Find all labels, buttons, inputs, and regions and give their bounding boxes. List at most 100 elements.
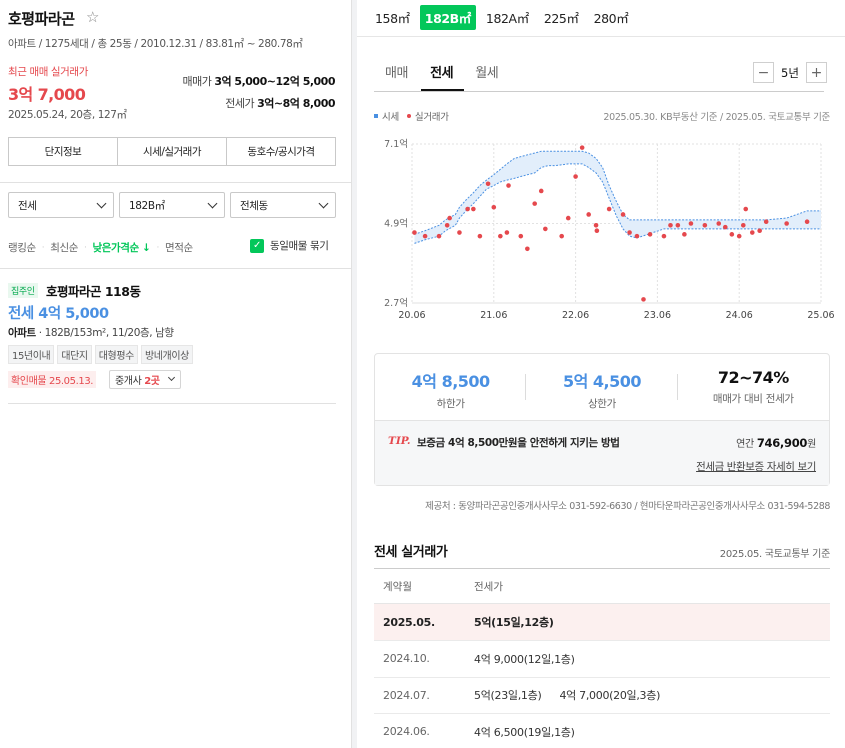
actual-trade-point — [688, 221, 694, 226]
x-tick-label: 23.06 — [644, 310, 671, 321]
dong-select[interactable]: 전체동 — [230, 192, 336, 218]
trade-prices: 5억(15일,12층) — [474, 614, 830, 630]
actual-trade-point — [661, 233, 667, 239]
summary-ratio-label: 매매가 대비 전세가 — [712, 393, 794, 405]
tab-sale[interactable]: 매매 — [385, 62, 409, 81]
listing-tag: 15년이내 — [8, 345, 55, 364]
actual-trade-point — [538, 188, 544, 194]
listing-spec: 아파트 · 182B/153m², 11/20층, 남향 — [8, 325, 174, 340]
actual-trade-point — [593, 223, 599, 228]
real-trade-row: 2024.07. 5억(23일,1층) 4억 7,000(20일,3층) — [374, 677, 830, 714]
deposit-tip: TIP. 보증금 4억 8,500만원을 안전하게 지키는 방법 연간 746,… — [375, 420, 829, 485]
actual-trade-point — [573, 174, 578, 179]
listing-price: 전세 4억 5,000 — [8, 306, 109, 322]
agent-count-dropdown[interactable]: 중개사 2곳 — [109, 370, 181, 389]
actual-trade-point — [412, 230, 417, 235]
x-tick-label: 25.06 — [807, 310, 834, 321]
header-contract-month: 계약월 — [383, 580, 412, 593]
x-tick-label: 24.06 — [726, 310, 753, 321]
listing-title: 호평파라곤 118동 — [46, 284, 141, 299]
actual-trade-point — [444, 223, 450, 228]
actual-trade-point — [675, 223, 681, 228]
actual-trade-point — [525, 246, 530, 252]
listing-tag: 방네개이상 — [140, 345, 193, 364]
actual-trade-point — [729, 232, 735, 237]
sort-separator: · — [156, 242, 159, 253]
divider — [0, 182, 352, 183]
actual-trade-point — [477, 233, 483, 239]
area-tab-active[interactable]: 182B㎡ — [419, 5, 476, 30]
sort-newest[interactable]: 최신순 — [50, 240, 78, 255]
actual-trade-point — [620, 212, 626, 217]
actual-trade-point — [586, 212, 591, 217]
real-trades-source: 2025.05. 국토교통부 기준 — [719, 549, 831, 560]
sort-ranking[interactable]: 랭킹순 — [8, 240, 36, 255]
summary-ratio-value: 72~74% — [717, 368, 789, 387]
jeonse-range: 전세가 3억~8억 8,000 — [225, 95, 335, 111]
area-value: 182B㎡ — [129, 199, 165, 212]
actual-trade-point — [471, 206, 476, 212]
actual-trade-point — [532, 201, 537, 206]
actual-trade-point — [647, 232, 653, 237]
summary-low: 4억 8,500 하한가 — [375, 354, 527, 420]
guarantee-details-link[interactable]: 전세금 반환보증 자세히 보기 — [696, 459, 816, 474]
divider — [357, 36, 845, 37]
tab-complex-info[interactable]: 단지정보 — [9, 138, 118, 165]
area-tab[interactable]: 225㎡ — [539, 5, 584, 30]
tab-price-history[interactable]: 시세/실거래가 — [118, 138, 227, 165]
actual-trade-point — [506, 183, 511, 188]
actual-trade-point — [606, 206, 612, 212]
favorite-star-icon[interactable]: ☆ — [86, 8, 99, 26]
tip-badge: TIP. — [388, 435, 411, 447]
tab-monthly-rent[interactable]: 월세 — [475, 62, 499, 81]
divider — [0, 268, 352, 269]
period-decrease-button[interactable]: − — [753, 62, 774, 83]
tab-unit-official-price[interactable]: 동호수/공시가격 — [227, 138, 335, 165]
actual-trade-point — [457, 230, 462, 235]
dong-value: 전체동 — [240, 199, 268, 212]
x-tick-label: 21.06 — [480, 310, 507, 321]
area-tab[interactable]: 182A㎡ — [481, 5, 534, 30]
trade-prices: 4억 9,000(12일,1층) — [474, 651, 830, 667]
actual-trade-point — [784, 221, 789, 226]
real-trade-row: 2024.06. 4억 6,500(19일,1층) — [374, 714, 830, 748]
sale-range-value: 3억 5,000~12억 5,000 — [214, 75, 335, 88]
actual-trade-point — [716, 221, 722, 226]
real-trades-header: 계약월 전세가 — [374, 569, 830, 604]
actual-trade-point — [763, 219, 769, 224]
group-same-listings-checkbox[interactable]: ✓ 동일매물 묶기 — [250, 238, 329, 253]
actual-trade-point — [559, 233, 564, 239]
tab-jeonse[interactable]: 전세 — [430, 62, 454, 81]
tip-text: 보증금 4억 8,500만원을 안전하게 지키는 방법 — [417, 437, 620, 449]
actual-trade-point — [634, 233, 640, 239]
actual-trade-point — [641, 297, 646, 302]
actual-trade-point — [518, 233, 524, 239]
complex-panel: 호평파라곤 ☆ 아파트 / 1275세대 / 총 25동 / 2010.12.3… — [0, 0, 352, 748]
sort-low-price[interactable]: 낮은가격순 ↓ — [93, 240, 151, 255]
actual-trade-point — [627, 230, 632, 235]
actual-trade-point — [804, 219, 810, 224]
trade-price: 4억 9,000(12일,1층) — [474, 652, 575, 666]
area-tab[interactable]: 158㎡ — [370, 5, 415, 30]
x-tick-label: 20.06 — [398, 310, 425, 321]
sort-area[interactable]: 면적순 — [165, 240, 193, 255]
trade-type-select[interactable]: 전세 — [8, 192, 114, 218]
area-tab[interactable]: 280㎡ — [589, 5, 634, 30]
trade-type-value: 전세 — [18, 199, 37, 212]
actual-trade-point — [594, 228, 600, 234]
period-stepper: − 5년 + — [753, 62, 827, 83]
tab-underline-track — [374, 91, 824, 92]
jeonse-range-label: 전세가 — [225, 97, 255, 110]
actual-trade-point — [465, 206, 470, 212]
trade-prices: 4억 6,500(19일,1층) — [474, 724, 830, 740]
summary-low-value: 4억 8,500 — [411, 372, 491, 391]
actual-trade-point — [485, 181, 491, 187]
checkbox-checked-icon: ✓ — [250, 238, 264, 253]
area-select[interactable]: 182B㎡ — [119, 192, 225, 218]
period-increase-button[interactable]: + — [806, 62, 827, 83]
tip-annual-value: 746,900 — [756, 436, 808, 450]
actual-trade-point — [436, 233, 442, 239]
trade-price: 4억 6,500(19일,1층) — [474, 725, 575, 739]
area-tabs: 158㎡ 182B㎡ 182A㎡ 225㎡ 280㎡ — [370, 5, 638, 30]
actual-trade-point — [757, 228, 762, 234]
